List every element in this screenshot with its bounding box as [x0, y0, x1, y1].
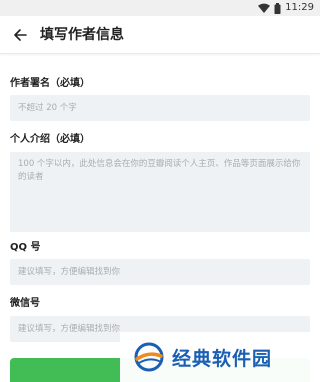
- status-bar: 11:29: [0, 0, 320, 16]
- wifi-icon: [258, 3, 271, 13]
- back-button[interactable]: [8, 23, 32, 47]
- intro-label: 个人介绍（必填）: [10, 134, 90, 145]
- battery-icon: [274, 2, 281, 14]
- qq-label: QQ 号: [10, 242, 41, 253]
- pen-name-input[interactable]: [10, 95, 310, 121]
- status-time: 11:29: [285, 2, 314, 13]
- qq-input[interactable]: [10, 259, 310, 285]
- watermark-logo-icon: [134, 342, 164, 372]
- status-icons: 11:29: [258, 2, 314, 14]
- pen-name-label: 作者署名（必填）: [10, 78, 90, 89]
- page-title: 填写作者信息: [40, 27, 124, 43]
- watermark: 经典软件园: [120, 332, 320, 382]
- app-bar: 填写作者信息: [0, 16, 320, 54]
- wechat-label: 微信号: [10, 298, 40, 309]
- intro-textarea[interactable]: [10, 152, 310, 232]
- watermark-text: 经典软件园: [172, 347, 273, 370]
- arrow-left-icon: [14, 29, 27, 41]
